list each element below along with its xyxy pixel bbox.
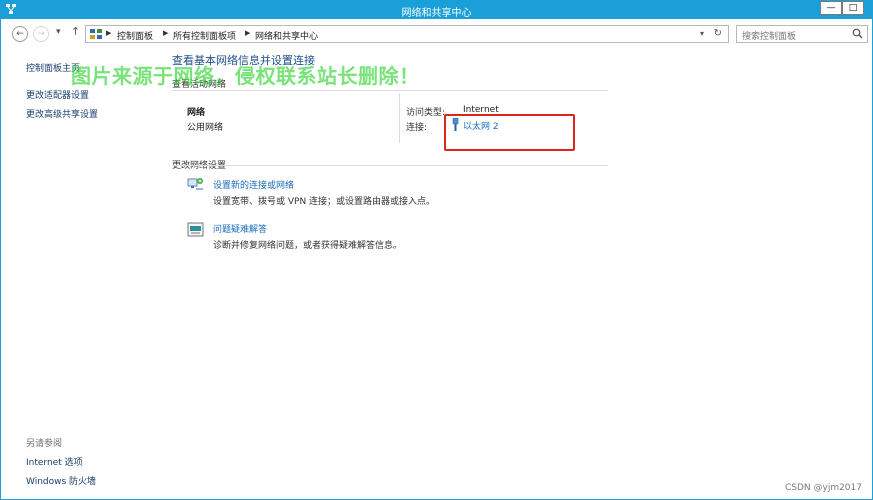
- see-also-internet-options[interactable]: Internet 选项: [26, 455, 83, 468]
- highlight-box: [444, 114, 575, 151]
- maximize-button[interactable]: □: [842, 1, 864, 15]
- up-arrow-icon[interactable]: ↑: [71, 25, 80, 38]
- vertical-divider: [399, 93, 400, 143]
- see-also-windows-firewall[interactable]: Windows 防火墙: [26, 474, 96, 487]
- window-title: 网络和共享中心: [401, 8, 472, 19]
- troubleshoot-icon: [187, 222, 204, 237]
- search-placeholder: 搜索控制面板: [742, 32, 797, 42]
- breadcrumb-network-center[interactable]: 网络和共享中心: [255, 29, 318, 42]
- csdn-credit: CSDN @yjm2017: [784, 483, 862, 493]
- network-name: 网络: [187, 108, 206, 118]
- title-bar[interactable]: 网络和共享中心 — □: [1, 1, 872, 19]
- connections-label: 连接:: [406, 123, 428, 133]
- troubleshoot-problems-description: 诊断并修复网络问题，或者获得疑难解答信息。: [213, 241, 403, 251]
- window: 网络和共享中心 — □ ← → ▾ ↑ ▶ 控制面板 ▶ 所有控制面板项 ▶ 网…: [0, 0, 873, 500]
- breadcrumb-separator-icon[interactable]: ▶: [245, 29, 250, 37]
- sidebar-item-change-adapter-settings[interactable]: 更改适配器设置: [26, 88, 89, 101]
- breadcrumb-separator-icon[interactable]: ▶: [106, 29, 111, 37]
- address-bar[interactable]: ▶ 控制面板 ▶ 所有控制面板项 ▶ 网络和共享中心 ▾ ↻: [85, 25, 729, 43]
- address-toolbar: ← → ▾ ↑ ▶ 控制面板 ▶ 所有控制面板项 ▶ 网络和共享中心 ▾ ↻ 搜…: [1, 23, 872, 45]
- setup-new-connection-link[interactable]: 设置新的连接或网络: [213, 178, 294, 191]
- network-setup-icon: [187, 178, 203, 190]
- main-content: 查看基本网络信息并设置连接 查看活动网络 网络 公用网络 访问类型: Inter…: [172, 45, 872, 499]
- breadcrumb-all-items[interactable]: 所有控制面板项: [173, 29, 236, 42]
- forward-button[interactable]: →: [33, 26, 49, 42]
- minimize-button[interactable]: —: [820, 1, 842, 15]
- divider: [172, 90, 608, 91]
- control-panel-icon: [90, 29, 102, 39]
- recent-pages-chevron-icon[interactable]: ▾: [56, 27, 61, 37]
- see-also-heading: 另请参阅: [26, 439, 63, 449]
- access-type-label: 访问类型:: [406, 108, 446, 118]
- search-box[interactable]: 搜索控制面板: [736, 25, 868, 43]
- troubleshoot-problems-link[interactable]: 问题疑难解答: [213, 222, 267, 235]
- back-arrow-icon: ←: [16, 29, 24, 39]
- search-icon[interactable]: [852, 28, 863, 39]
- setup-new-connection-description: 设置宽带、拨号或 VPN 连接；或设置路由器或接入点。: [213, 197, 436, 207]
- network-type: 公用网络: [187, 123, 224, 133]
- refresh-icon[interactable]: ↻: [714, 28, 722, 39]
- back-button[interactable]: ←: [12, 26, 28, 42]
- breadcrumb-control-panel[interactable]: 控制面板: [117, 29, 153, 42]
- left-navigation: 控制面板主页 更改适配器设置 更改高级共享设置 另请参阅 Internet 选项…: [1, 45, 161, 499]
- watermark-text: 图片来源于网络，侵权联系站长删除！: [71, 64, 420, 88]
- address-dropdown-icon[interactable]: ▾: [700, 29, 704, 38]
- forward-arrow-icon: →: [37, 29, 45, 39]
- divider: [172, 165, 608, 166]
- sidebar-item-advanced-sharing-settings[interactable]: 更改高级共享设置: [26, 107, 98, 120]
- breadcrumb-separator-icon[interactable]: ▶: [163, 29, 168, 37]
